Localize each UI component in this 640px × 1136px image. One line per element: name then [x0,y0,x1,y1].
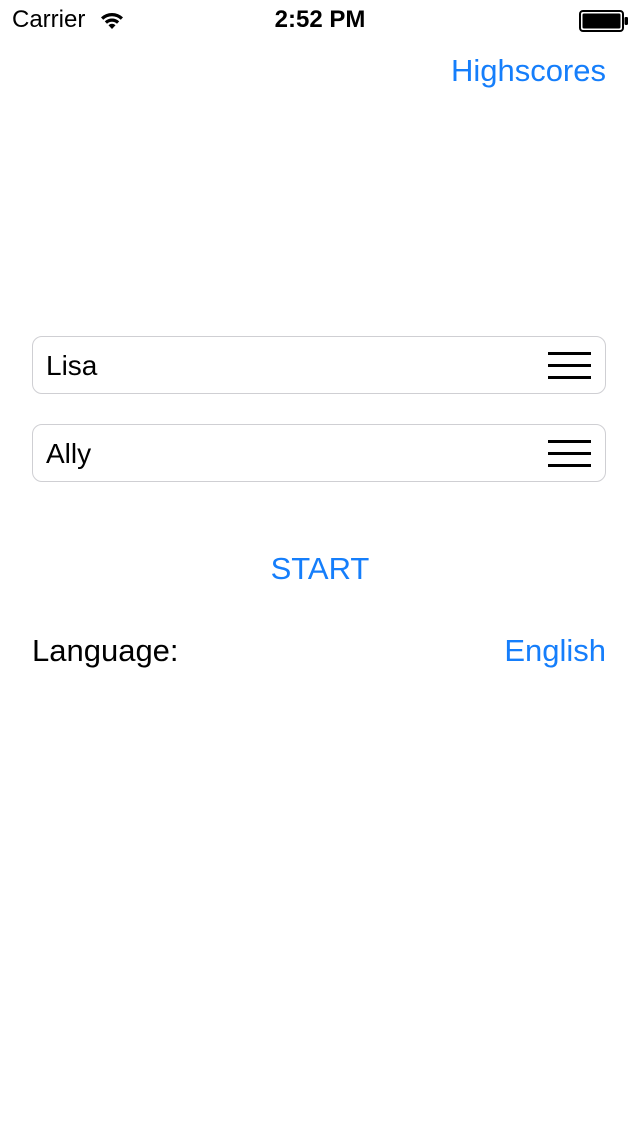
player-row[interactable]: Lisa [32,336,606,394]
player-name[interactable]: Ally [46,437,91,471]
reorder-handle-icon[interactable] [548,440,591,467]
language-label: Language: [32,633,179,668]
battery-full-icon [579,10,628,32]
reorder-handle-icon[interactable] [548,352,591,379]
status-time: 2:52 PM [274,6,366,33]
start-button[interactable]: START [0,550,640,588]
highscores-button[interactable]: Highscores [451,52,606,90]
status-bar: Carrier 2:52 PM [0,0,640,40]
player-name[interactable]: Lisa [46,349,97,383]
language-select-button[interactable]: English [504,632,606,670]
player-row[interactable]: Ally [32,424,606,482]
